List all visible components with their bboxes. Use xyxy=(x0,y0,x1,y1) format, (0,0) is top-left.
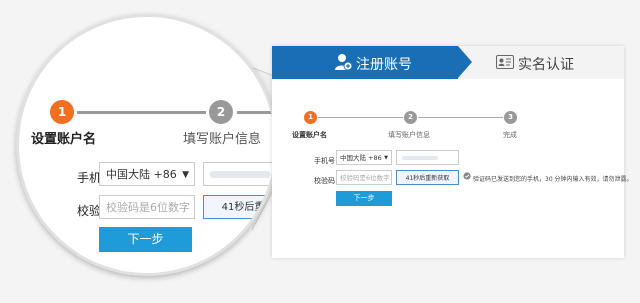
tab-register[interactable]: 注册账号 xyxy=(272,46,458,79)
step-3-circle: 3 xyxy=(504,111,517,124)
step-1-label: 设置账户名 xyxy=(31,132,97,147)
check-circle-icon xyxy=(463,172,471,180)
step-connector-line xyxy=(318,117,403,118)
resend-code-button[interactable]: 41秒后重新获取 xyxy=(396,170,459,185)
tab-register-label: 注册账号 xyxy=(356,57,412,73)
resend-code-button[interactable]: 41秒后重新 xyxy=(203,195,275,219)
next-button[interactable]: 下一步 xyxy=(336,191,392,206)
masked-phone-number xyxy=(402,156,438,160)
country-code-value: 中国大陆 +86 xyxy=(340,154,382,162)
step-1-label: 设置账户名 xyxy=(292,131,327,139)
step-2-label: 填写账户信息 xyxy=(388,131,430,139)
chevron-down-icon: ▼ xyxy=(182,170,189,180)
step-3-label: 完成 xyxy=(503,131,517,139)
code-input[interactable]: 校验码是6位数字 xyxy=(336,170,392,185)
country-code-select[interactable]: 中国大陆 +86 ▼ xyxy=(336,150,392,165)
magnifier-zoom: 1 2 设置账户名 填写账户信息 手机号 中国大陆 +86 ▼ 校验码 校验码是… xyxy=(16,14,278,276)
code-sent-note: 验证码已发送到您的手机，30 分钟内输入有效，请勿泄露。 xyxy=(473,176,633,183)
step-2-label: 填写账户信息 xyxy=(183,132,262,147)
step-connector-line xyxy=(418,117,503,118)
step-connector-line xyxy=(77,111,206,114)
code-label: 校验码 xyxy=(314,177,335,185)
step-2-circle: 2 xyxy=(209,100,233,124)
masked-phone-number xyxy=(210,171,270,178)
phone-input[interactable] xyxy=(396,150,459,165)
phone-input[interactable] xyxy=(203,162,275,186)
registration-panel: 注册账号 实名认证 1 2 3 设置账户名 填写账户信息 完成 手机号 中国大陆… xyxy=(272,46,633,258)
step-1-circle: 1 xyxy=(304,111,317,124)
tab-verification[interactable]: 实名认证 xyxy=(518,54,574,74)
id-card-icon xyxy=(496,55,514,69)
country-code-select[interactable]: 中国大陆 +86 ▼ xyxy=(99,162,195,186)
step-1-circle: 1 xyxy=(50,100,74,124)
chevron-down-icon: ▼ xyxy=(384,155,388,161)
user-add-icon xyxy=(335,54,352,71)
step-2-circle: 2 xyxy=(404,111,417,124)
code-input[interactable]: 校验码是6位数字 xyxy=(99,195,195,219)
phone-label: 手机号 xyxy=(314,157,335,165)
step-connector-line xyxy=(237,111,275,114)
next-button[interactable]: 下一步 xyxy=(99,227,192,252)
tab-arrow xyxy=(458,46,472,78)
country-code-value: 中国大陆 +86 xyxy=(106,168,177,181)
